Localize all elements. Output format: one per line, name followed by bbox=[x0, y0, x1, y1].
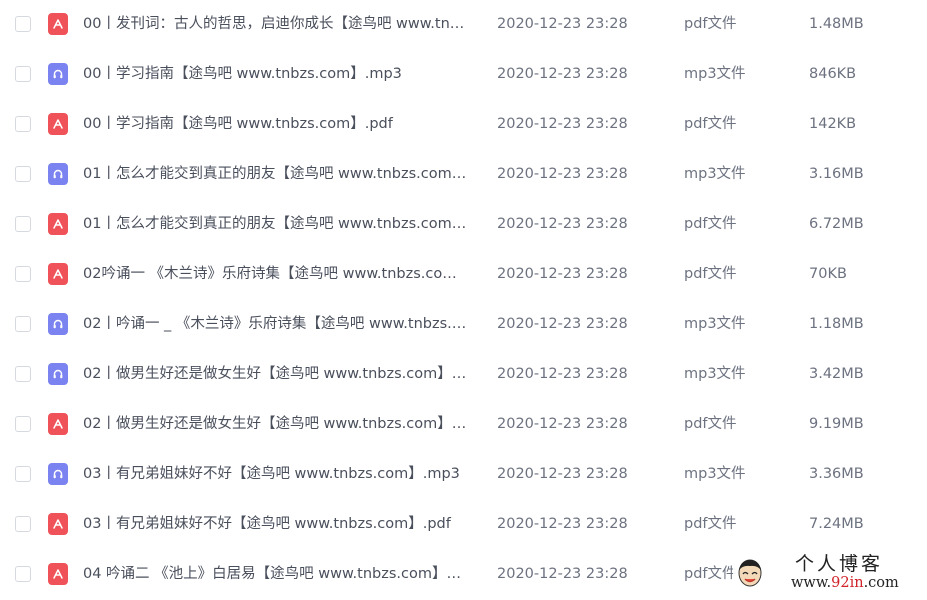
file-row[interactable]: 00丨学习指南【途鸟吧 www.tnbzs.com】.mp3 2020-12-2… bbox=[0, 50, 927, 100]
row-checkbox[interactable] bbox=[15, 16, 31, 32]
row-checkbox[interactable] bbox=[15, 366, 31, 382]
file-row[interactable]: 00丨发刊词：古人的哲思，启迪你成长【途鸟吧 www.tn… 2020-12-2… bbox=[0, 0, 927, 50]
row-checkbox[interactable] bbox=[15, 466, 31, 482]
file-name[interactable]: 02吟诵一 《木兰诗》乐府诗集【途鸟吧 www.tnbzs.co… bbox=[83, 264, 478, 284]
file-list: 00丨发刊词：古人的哲思，启迪你成长【途鸟吧 www.tn… 2020-12-2… bbox=[0, 0, 927, 600]
row-checkbox[interactable] bbox=[15, 216, 31, 232]
file-type: pdf文件 bbox=[684, 266, 737, 282]
mp3-file-icon bbox=[48, 163, 68, 185]
file-type: pdf文件 bbox=[684, 116, 737, 132]
file-type: pdf文件 bbox=[684, 16, 737, 32]
file-date: 2020-12-23 23:28 bbox=[497, 66, 628, 82]
row-checkbox[interactable] bbox=[15, 266, 31, 282]
file-date: 2020-12-23 23:28 bbox=[497, 566, 628, 582]
file-size: 3.16MB bbox=[809, 166, 864, 182]
file-row[interactable]: 02丨做男生好还是做女生好【途鸟吧 www.tnbzs.com】… 2020-1… bbox=[0, 350, 927, 400]
file-size: 846KB bbox=[809, 66, 857, 82]
watermark-url: www.92in.com bbox=[791, 574, 899, 592]
file-name[interactable]: 00丨学习指南【途鸟吧 www.tnbzs.com】.mp3 bbox=[83, 64, 478, 84]
watermark-title: 个人博客 bbox=[795, 553, 884, 575]
file-date: 2020-12-23 23:28 bbox=[497, 416, 628, 432]
file-name[interactable]: 00丨学习指南【途鸟吧 www.tnbzs.com】.pdf bbox=[83, 114, 478, 134]
file-size: 1.48MB bbox=[809, 16, 864, 32]
file-date: 2020-12-23 23:28 bbox=[497, 516, 628, 532]
file-date: 2020-12-23 23:28 bbox=[497, 366, 628, 382]
mp3-file-icon bbox=[48, 63, 68, 85]
file-date: 2020-12-23 23:28 bbox=[497, 166, 628, 182]
file-type: mp3文件 bbox=[684, 366, 746, 382]
file-type: pdf文件 bbox=[684, 216, 737, 232]
file-date: 2020-12-23 23:28 bbox=[497, 16, 628, 32]
file-type: pdf文件 bbox=[684, 516, 737, 532]
pdf-file-icon bbox=[48, 113, 68, 135]
file-date: 2020-12-23 23:28 bbox=[497, 116, 628, 132]
row-checkbox[interactable] bbox=[15, 516, 31, 532]
row-checkbox[interactable] bbox=[15, 416, 31, 432]
pdf-file-icon bbox=[48, 13, 68, 35]
file-type: pdf文件 bbox=[684, 566, 737, 582]
file-name[interactable]: 03丨有兄弟姐妹好不好【途鸟吧 www.tnbzs.com】.mp3 bbox=[83, 464, 478, 484]
file-name[interactable]: 03丨有兄弟姐妹好不好【途鸟吧 www.tnbzs.com】.pdf bbox=[83, 514, 478, 534]
file-size: 3.36MB bbox=[809, 466, 864, 482]
file-date: 2020-12-23 23:28 bbox=[497, 466, 628, 482]
row-checkbox[interactable] bbox=[15, 166, 31, 182]
pdf-file-icon bbox=[48, 413, 68, 435]
mp3-file-icon bbox=[48, 463, 68, 485]
pdf-file-icon bbox=[48, 563, 68, 585]
file-name[interactable]: 02丨做男生好还是做女生好【途鸟吧 www.tnbzs.com】… bbox=[83, 414, 478, 434]
file-size: 70KB bbox=[809, 266, 847, 282]
file-row[interactable]: 02丨吟诵一 _ 《木兰诗》乐府诗集【途鸟吧 www.tnbzs.… 2020-… bbox=[0, 300, 927, 350]
file-type: mp3文件 bbox=[684, 316, 746, 332]
avatar-icon bbox=[738, 559, 762, 587]
pdf-file-icon bbox=[48, 213, 68, 235]
file-type: mp3文件 bbox=[684, 66, 746, 82]
file-date: 2020-12-23 23:28 bbox=[497, 266, 628, 282]
file-row[interactable]: 03丨有兄弟姐妹好不好【途鸟吧 www.tnbzs.com】.pdf 2020-… bbox=[0, 500, 927, 550]
file-name[interactable]: 02丨做男生好还是做女生好【途鸟吧 www.tnbzs.com】… bbox=[83, 364, 478, 384]
file-name[interactable]: 02丨吟诵一 _ 《木兰诗》乐府诗集【途鸟吧 www.tnbzs.… bbox=[83, 314, 478, 334]
watermark-url-suffix: .com bbox=[863, 575, 899, 591]
file-size: 142KB bbox=[809, 116, 857, 132]
watermark-url-prefix: www. bbox=[791, 575, 832, 591]
file-date: 2020-12-23 23:28 bbox=[497, 316, 628, 332]
file-size: 9.19MB bbox=[809, 416, 864, 432]
row-checkbox[interactable] bbox=[15, 116, 31, 132]
file-row[interactable]: 03丨有兄弟姐妹好不好【途鸟吧 www.tnbzs.com】.mp3 2020-… bbox=[0, 450, 927, 500]
file-name[interactable]: 01丨怎么才能交到真正的朋友【途鸟吧 www.tnbzs.com… bbox=[83, 214, 478, 234]
file-name[interactable]: 01丨怎么才能交到真正的朋友【途鸟吧 www.tnbzs.com… bbox=[83, 164, 478, 184]
mp3-file-icon bbox=[48, 363, 68, 385]
file-type: pdf文件 bbox=[684, 416, 737, 432]
row-checkbox[interactable] bbox=[15, 566, 31, 582]
watermark-url-highlight: 92in bbox=[831, 575, 864, 591]
file-row[interactable]: 01丨怎么才能交到真正的朋友【途鸟吧 www.tnbzs.com… 2020-1… bbox=[0, 150, 927, 200]
file-size: 3.42MB bbox=[809, 366, 864, 382]
row-checkbox[interactable] bbox=[15, 316, 31, 332]
row-checkbox[interactable] bbox=[15, 66, 31, 82]
pdf-file-icon bbox=[48, 263, 68, 285]
file-type: mp3文件 bbox=[684, 166, 746, 182]
file-row[interactable]: 01丨怎么才能交到真正的朋友【途鸟吧 www.tnbzs.com… 2020-1… bbox=[0, 200, 927, 250]
file-size: 7.24MB bbox=[809, 516, 864, 532]
file-name[interactable]: 00丨发刊词：古人的哲思，启迪你成长【途鸟吧 www.tn… bbox=[83, 14, 478, 34]
file-type: mp3文件 bbox=[684, 466, 746, 482]
pdf-file-icon bbox=[48, 513, 68, 535]
file-row[interactable]: 02丨做男生好还是做女生好【途鸟吧 www.tnbzs.com】… 2020-1… bbox=[0, 400, 927, 450]
file-size: 1.18MB bbox=[809, 316, 864, 332]
file-row[interactable]: 02吟诵一 《木兰诗》乐府诗集【途鸟吧 www.tnbzs.co… 2020-1… bbox=[0, 250, 927, 300]
site-watermark: 个人博客 www.92in.com bbox=[733, 553, 927, 595]
file-size: 6.72MB bbox=[809, 216, 864, 232]
file-name[interactable]: 04 吟诵二 《池上》白居易【途鸟吧 www.tnbzs.com】… bbox=[83, 564, 478, 584]
file-row[interactable]: 00丨学习指南【途鸟吧 www.tnbzs.com】.pdf 2020-12-2… bbox=[0, 100, 927, 150]
file-date: 2020-12-23 23:28 bbox=[497, 216, 628, 232]
mp3-file-icon bbox=[48, 313, 68, 335]
